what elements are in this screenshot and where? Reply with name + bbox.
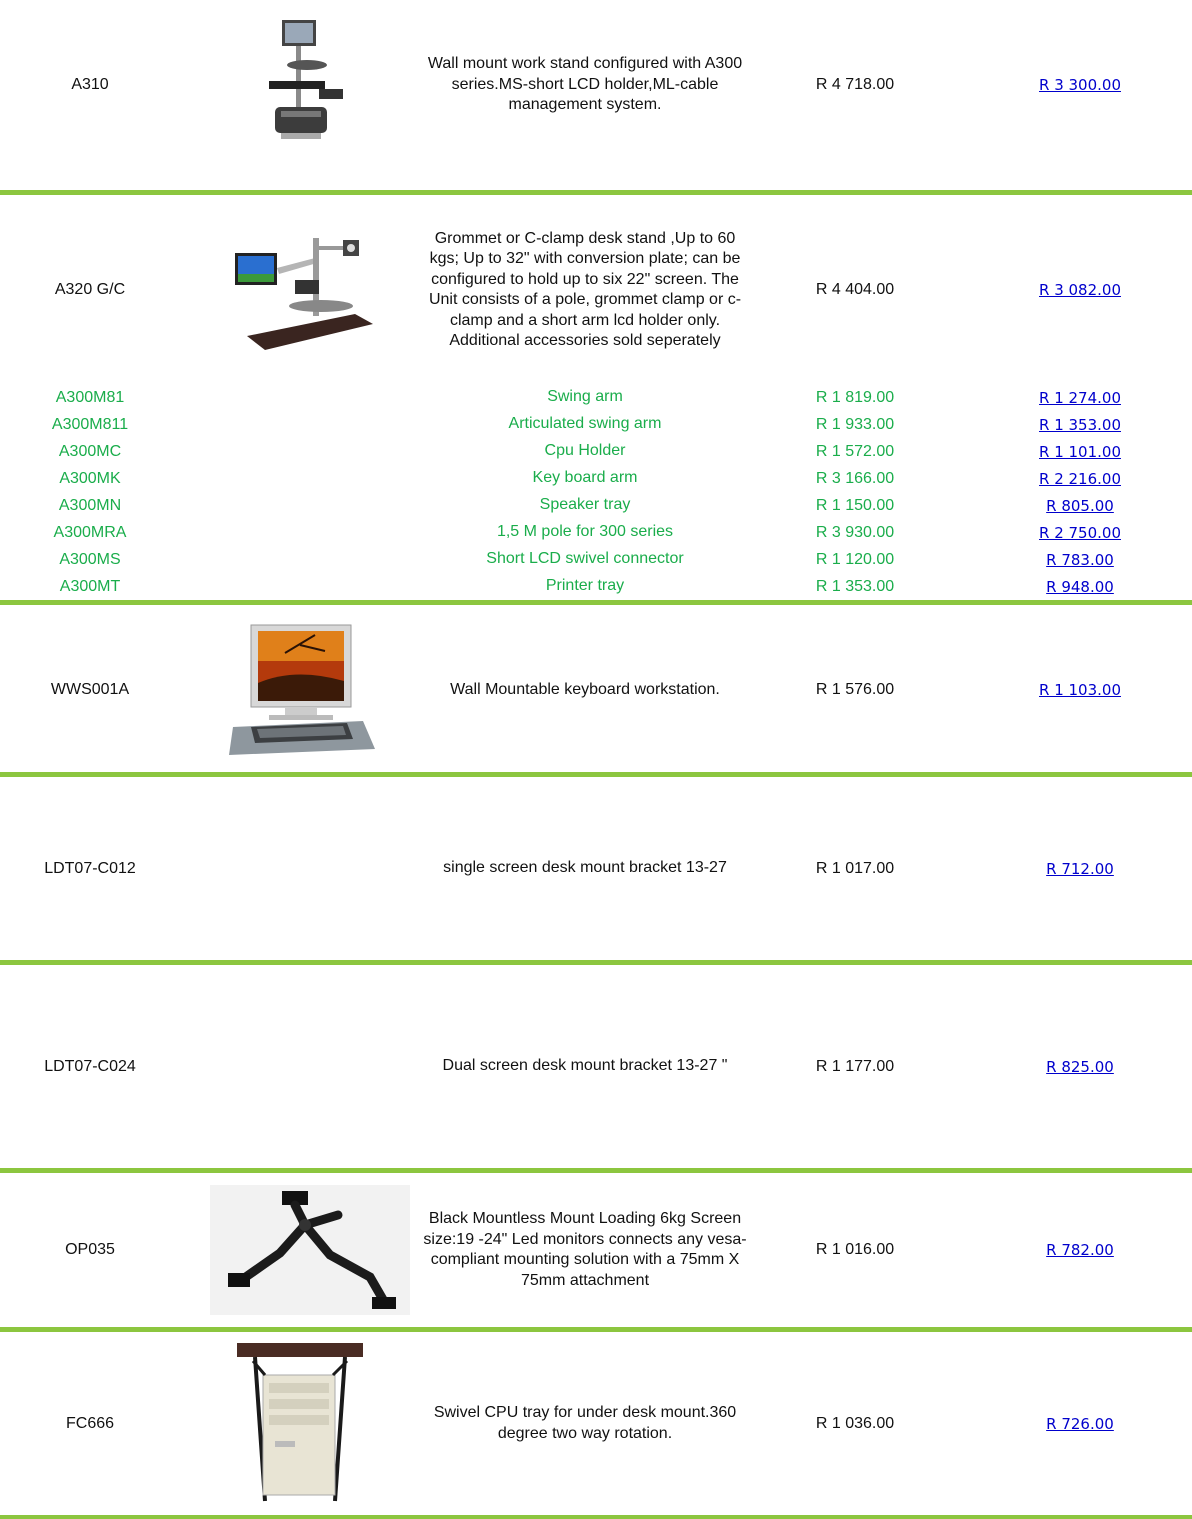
sale-price-link[interactable]: R 3 300.00 [1039,76,1121,94]
accessory-sale-link[interactable]: R 783.00 [1046,551,1114,569]
accessory-price: R 1 572.00 [815,442,895,460]
product-row: FC666 Swivel CPU tray for under desk mou… [0,1332,1192,1515]
accessory-description: Cpu Holder [544,442,626,460]
cpu-tray-image [180,1332,420,1515]
accessory-code: A300M81 [55,388,125,406]
mountless-mount-image [210,1173,410,1327]
accessory-sale-link[interactable]: R 1 274.00 [1039,389,1121,407]
keyboard-workstation-image [180,605,420,775]
product-description: Wall mount work stand configured with A3… [427,55,743,114]
accessory-price: R 1 120.00 [815,550,895,568]
product-price: R 1 017.00 [815,859,895,877]
accessory-price: R 3 930.00 [815,523,895,541]
product-row: A320 G/C Grommet or C-clamp desk stand ,… [0,195,1192,385]
product-row: LDT07-C012 single screen desk mount brac… [0,777,1192,960]
accessory-sale-link[interactable]: R 2 750.00 [1039,524,1121,542]
accessory-description: Swing arm [547,388,623,406]
accessory-row: A300MN Speaker tray R 1 150.00 R 805.00 [0,492,1192,519]
product-description: Grommet or C-clamp desk stand ,Up to 60 … [428,229,742,350]
product-description: Black Mountless Mount Loading 6kg Screen… [423,1210,747,1289]
accessory-row: A300M81 Swing arm R 1 819.00 R 1 274.00 [0,384,1192,411]
product-code: FC666 [65,1414,115,1432]
accessory-sale-link[interactable]: R 2 216.00 [1039,470,1121,488]
desk-stand-image [180,195,420,385]
accessory-row: A300MRA 1,5 M pole for 300 series R 3 93… [0,519,1192,546]
sale-price-link[interactable]: R 825.00 [1046,1058,1114,1076]
accessory-sale-link[interactable]: R 1 353.00 [1039,416,1121,434]
product-code: LDT07-C024 [44,1057,136,1075]
accessory-code: A300MK [59,469,121,487]
wall-mount-workstand-image [180,0,420,170]
accessory-description: 1,5 M pole for 300 series [496,523,674,541]
product-row: WWS001A Wall Mountable keyboard workstat… [0,605,1192,770]
product-description: Dual screen desk mount bracket 13-27 " [442,1057,728,1075]
accessory-sale-link[interactable]: R 948.00 [1046,578,1114,596]
product-row: OP035 Black Mountless Mount Loading 6kg … [0,1173,1192,1327]
product-code: A320 G/C [54,281,126,298]
row-separator [0,1515,1192,1519]
accessory-price: R 1 353.00 [815,577,895,595]
product-description: Wall Mountable keyboard workstation. [450,680,720,698]
accessory-description: Short LCD swivel connector [486,550,684,568]
accessory-price: R 1 150.00 [815,496,895,514]
sale-price-link[interactable]: R 726.00 [1046,1415,1114,1433]
product-row: LDT07-C024 Dual screen desk mount bracke… [0,965,1192,1168]
sale-price-link[interactable]: R 3 082.00 [1039,281,1121,299]
sale-price-link[interactable]: R 712.00 [1046,860,1114,878]
accessory-sale-link[interactable]: R 805.00 [1046,497,1114,515]
accessory-row: A300MS Short LCD swivel connector R 1 12… [0,546,1192,573]
product-price: R 1 016.00 [815,1241,895,1258]
product-price: R 1 036.00 [815,1414,895,1432]
accessory-row: A300MK Key board arm R 3 166.00 R 2 216.… [0,465,1192,492]
product-code: A310 [71,76,109,93]
accessory-code: A300MT [59,577,121,595]
product-price: R 1 576.00 [815,681,895,698]
accessory-description: Speaker tray [539,496,631,514]
product-description: single screen desk mount bracket 13-27 [443,859,727,877]
accessory-description: Articulated swing arm [508,415,662,433]
product-price: R 4 404.00 [815,281,895,298]
product-code: OP035 [65,1241,115,1258]
accessory-row: A300MT Printer tray R 1 353.00 R 948.00 [0,573,1192,600]
accessory-price: R 1 819.00 [815,388,895,406]
product-price: R 4 718.00 [815,76,895,93]
accessory-price: R 3 166.00 [815,469,895,487]
accessory-row: A300M811 Articulated swing arm R 1 933.0… [0,411,1192,438]
accessory-description: Printer tray [545,577,625,595]
product-description: Swivel CPU tray for under desk mount.360… [433,1404,737,1442]
product-row: A310 Wall mount work stand configured wi… [0,0,1192,190]
product-code: WWS001A [50,681,130,698]
product-price: R 1 177.00 [815,1057,895,1075]
accessory-sale-link[interactable]: R 1 101.00 [1039,443,1121,461]
accessory-price: R 1 933.00 [815,415,895,433]
sale-price-link[interactable]: R 782.00 [1046,1241,1114,1259]
accessory-code: A300MS [59,550,121,568]
sale-price-link[interactable]: R 1 103.00 [1039,681,1121,699]
accessory-code: A300MRA [53,523,127,541]
accessory-description: Key board arm [532,469,638,487]
accessory-code: A300M811 [51,415,129,433]
accessory-code: A300MC [58,442,122,460]
accessory-row: A300MC Cpu Holder R 1 572.00 R 1 101.00 [0,438,1192,465]
product-code: LDT07-C012 [44,859,136,877]
accessory-code: A300MN [58,496,122,514]
